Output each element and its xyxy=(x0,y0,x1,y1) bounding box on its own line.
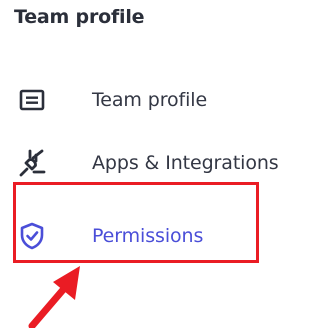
settings-nav: Team profile Apps & Integrations Permiss… xyxy=(0,0,333,330)
plug-icon xyxy=(18,149,46,177)
nav-item-permissions[interactable]: Permissions xyxy=(18,214,203,258)
shield-check-icon xyxy=(18,222,46,250)
nav-item-apps-integrations[interactable]: Apps & Integrations xyxy=(18,141,279,185)
nav-item-team-profile[interactable]: Team profile xyxy=(18,78,207,122)
settings-panel: Team profile Team profile Apps & Integra… xyxy=(0,0,333,330)
nav-item-label: Permissions xyxy=(92,225,204,247)
nav-item-label: Team profile xyxy=(92,89,208,111)
list-card-icon xyxy=(18,86,46,114)
nav-item-label: Apps & Integrations xyxy=(92,152,279,174)
